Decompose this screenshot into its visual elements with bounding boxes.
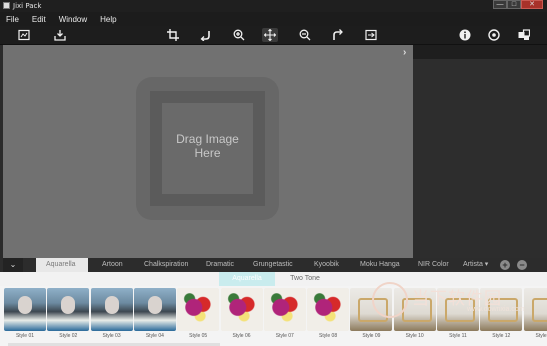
thumbnail-image xyxy=(90,288,133,331)
compare-icon[interactable] xyxy=(363,28,379,42)
maximize-button[interactable]: □ xyxy=(507,0,521,9)
category-tab-bar: ⌄ Aquarella Artoon Chalkspiration Dramat… xyxy=(0,258,547,272)
style-thumbnail[interactable]: Style 08 xyxy=(307,288,350,340)
style-thumbnail[interactable]: Style 06 xyxy=(220,288,263,340)
style-thumbnail[interactable]: Style 07 xyxy=(263,288,306,340)
thumbnail-label: Style 12 xyxy=(492,333,511,339)
rotate-right-icon[interactable] xyxy=(330,28,346,42)
watermark-logo-icon xyxy=(372,282,408,318)
thumbnail-label: Style 04 xyxy=(145,333,164,339)
drop-zone-line-2: Here xyxy=(194,146,221,160)
menu-window[interactable]: Window xyxy=(59,15,87,24)
menu-edit[interactable]: Edit xyxy=(32,15,46,24)
style-thumbnail[interactable]: Style 05 xyxy=(177,288,220,340)
right-panel-header xyxy=(413,45,547,59)
add-style-button[interactable]: + xyxy=(500,260,510,270)
image-canvas[interactable]: › Drag Image Here xyxy=(3,45,413,258)
drop-zone-line-1: Drag Image xyxy=(176,132,239,146)
thumbnail-image xyxy=(307,288,350,331)
tab-moku-hanga[interactable]: Moku Hanga xyxy=(360,258,400,272)
thumbnail-label: Style 01 xyxy=(15,333,35,339)
thumbnail-label: Style 05 xyxy=(189,333,208,339)
menu-file[interactable]: File xyxy=(6,15,19,24)
style-thumbnail[interactable]: Style 04 xyxy=(133,288,176,340)
title-bar: Jixi Pack — □ ✕ xyxy=(0,0,547,12)
window-title: Jixi Pack xyxy=(13,2,42,10)
thumbnail-image xyxy=(133,288,176,331)
expand-panel-button[interactable]: ⌄ xyxy=(3,258,23,272)
thumbnail-image xyxy=(47,288,90,331)
watermark-url: www.downxia.com xyxy=(467,306,525,313)
window-controls: — □ ✕ xyxy=(493,0,543,10)
rotate-left-icon[interactable] xyxy=(198,28,214,42)
right-panel xyxy=(413,45,547,258)
watermark: 当下软件园 www.downxia.com xyxy=(372,282,542,322)
close-button[interactable]: ✕ xyxy=(521,0,543,9)
tab-chalkspiration[interactable]: Chalkspiration xyxy=(144,258,188,272)
tab-nir-color[interactable]: NIR Color xyxy=(418,258,449,272)
style-thumbnail[interactable]: Style 02 xyxy=(47,288,90,340)
style-thumbnail[interactable]: Style 01 xyxy=(4,288,46,340)
subtab-aquarella[interactable]: Aquarella xyxy=(219,272,275,286)
app-icon xyxy=(3,2,10,9)
share-icon[interactable] xyxy=(516,28,532,42)
menu-bar: File Edit Window Help xyxy=(0,12,547,26)
zoom-out-icon[interactable] xyxy=(297,28,313,42)
import-icon[interactable] xyxy=(52,28,68,42)
tab-aquarella[interactable]: Aquarella xyxy=(36,258,88,272)
tab-artoon[interactable]: Artoon xyxy=(102,258,123,272)
thumbnail-label: Style 11 xyxy=(449,333,467,339)
thumbnail-image xyxy=(177,288,220,331)
app-window: Jixi Pack — □ ✕ File Edit Window Help › … xyxy=(0,0,547,346)
fit-screen-icon[interactable] xyxy=(16,28,32,42)
thumbnail-label: Style 06 xyxy=(232,333,251,339)
info-icon[interactable] xyxy=(457,28,473,42)
minimize-button[interactable]: — xyxy=(493,0,507,9)
thumbnail-label: Style 02 xyxy=(59,333,78,339)
style-thumbnail[interactable]: Style 03 xyxy=(90,288,133,340)
thumbnail-image xyxy=(4,288,46,331)
drop-zone[interactable]: Drag Image Here xyxy=(136,77,279,220)
tab-dramatic[interactable]: Dramatic xyxy=(206,258,234,272)
remove-style-button[interactable]: − xyxy=(517,260,527,270)
thumbnail-label: Style 13 xyxy=(535,333,547,339)
thumbnail-image xyxy=(263,288,306,331)
crop-icon[interactable] xyxy=(165,28,181,42)
thumbnail-label: Style 03 xyxy=(102,333,121,339)
tab-kyoobik[interactable]: Kyoobik xyxy=(314,258,339,272)
subtab-two-tone[interactable]: Two Tone xyxy=(277,272,333,286)
thumbnail-image xyxy=(220,288,263,331)
zoom-in-icon[interactable] xyxy=(231,28,247,42)
thumbnail-label: Style 09 xyxy=(362,333,381,339)
thumbnail-label: Style 10 xyxy=(405,333,424,339)
thumbnail-label: Style 08 xyxy=(319,333,338,339)
drop-zone-label: Drag Image Here xyxy=(136,132,279,160)
toolbar xyxy=(0,26,547,45)
collapse-panel-icon[interactable]: › xyxy=(403,47,406,58)
tab-grungetastic[interactable]: Grungetastic xyxy=(253,258,293,272)
move-icon[interactable] xyxy=(262,28,278,42)
menu-help[interactable]: Help xyxy=(100,15,116,24)
settings-icon[interactable] xyxy=(486,28,502,42)
tab-artista-dropdown[interactable]: Artista ▾ xyxy=(463,258,488,272)
thumbnail-label: Style 07 xyxy=(275,333,294,339)
